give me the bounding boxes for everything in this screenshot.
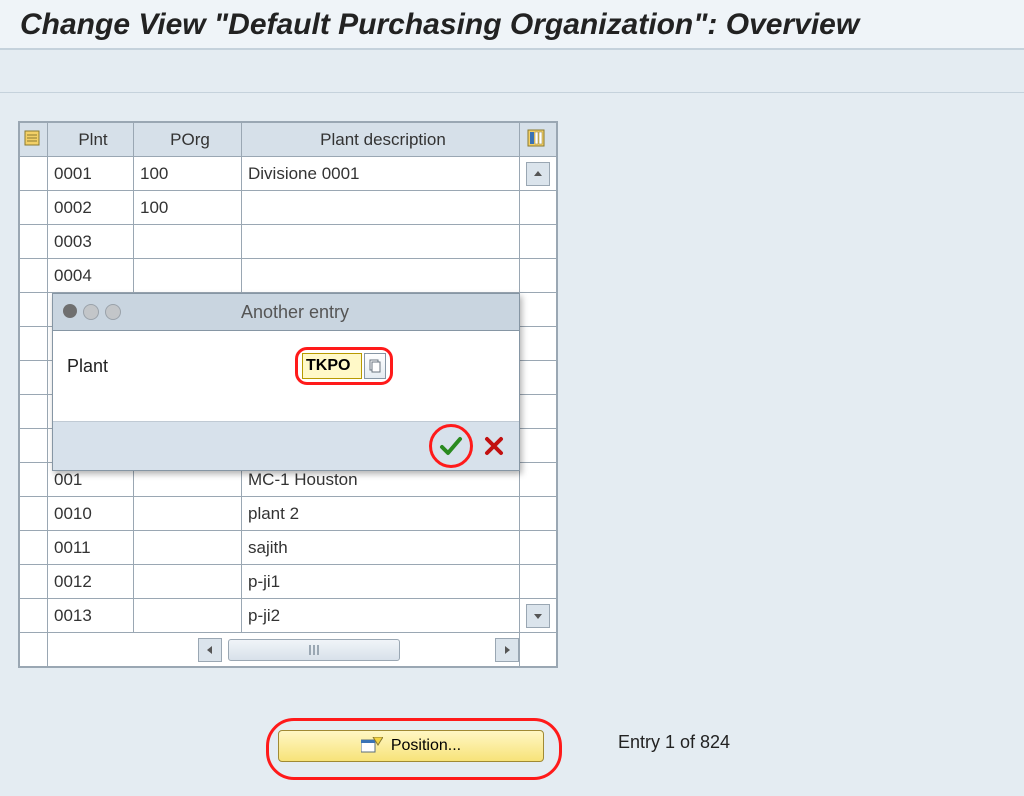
- cell-porg[interactable]: [134, 599, 242, 633]
- value-help-button[interactable]: [364, 353, 386, 379]
- table-row: 0011 sajith: [20, 531, 557, 565]
- cell-porg[interactable]: 100: [134, 157, 242, 191]
- row-selector[interactable]: [20, 463, 48, 497]
- vscroll-up-button[interactable]: [520, 157, 557, 191]
- vscroll-track: [520, 429, 557, 463]
- cell-porg[interactable]: 100: [134, 191, 242, 225]
- vscroll-track: [520, 497, 557, 531]
- window-zoom-icon[interactable]: [105, 304, 121, 320]
- select-all-icon: [23, 129, 45, 151]
- hscroll-corner-right: [520, 633, 557, 667]
- cell-desc[interactable]: p-ji1: [242, 565, 520, 599]
- column-header-settings[interactable]: [520, 123, 557, 157]
- hscroll-corner: [20, 633, 48, 667]
- row-selector[interactable]: [20, 191, 48, 225]
- highlight-ring: [295, 347, 393, 385]
- value-help-icon: [369, 359, 381, 373]
- vscroll-track: [520, 395, 557, 429]
- highlight-ring: [429, 424, 473, 468]
- vscroll-track: [520, 361, 557, 395]
- page-title: Change View "Default Purchasing Organiza…: [20, 8, 1004, 42]
- row-selector[interactable]: [20, 361, 48, 395]
- triangle-left-icon: [205, 645, 215, 655]
- cell-desc[interactable]: [242, 191, 520, 225]
- table-row: 0003: [20, 225, 557, 259]
- vscroll-track: [520, 191, 557, 225]
- row-selector[interactable]: [20, 259, 48, 293]
- cancel-icon: [483, 435, 505, 457]
- vscroll-track: [520, 327, 557, 361]
- column-header-select-all[interactable]: [20, 123, 48, 157]
- cell-porg[interactable]: [134, 565, 242, 599]
- cell-plnt[interactable]: 0002: [48, 191, 134, 225]
- triangle-right-icon: [502, 645, 512, 655]
- cell-plnt[interactable]: 0011: [48, 531, 134, 565]
- vscroll-down-button[interactable]: [520, 599, 557, 633]
- dialog-title: Another entry: [131, 302, 459, 323]
- vscroll-track: [520, 259, 557, 293]
- position-button[interactable]: Position...: [278, 730, 544, 762]
- row-selector[interactable]: [20, 293, 48, 327]
- cell-desc[interactable]: [242, 259, 520, 293]
- cell-desc[interactable]: [242, 225, 520, 259]
- table-row: 0001100Divisione 0001: [20, 157, 557, 191]
- triangle-down-icon: [533, 611, 543, 621]
- column-header-porg[interactable]: POrg: [134, 123, 242, 157]
- cell-plnt[interactable]: 0003: [48, 225, 134, 259]
- vscroll-track: [520, 225, 557, 259]
- cell-desc[interactable]: plant 2: [242, 497, 520, 531]
- hscroll-thumb[interactable]: [228, 639, 400, 661]
- cell-plnt[interactable]: 0010: [48, 497, 134, 531]
- title-bar: Change View "Default Purchasing Organiza…: [0, 0, 1024, 50]
- cell-porg[interactable]: [134, 497, 242, 531]
- column-header-plnt[interactable]: Plnt: [48, 123, 134, 157]
- hscroll-right-button[interactable]: [495, 638, 519, 662]
- hscroll-left-button[interactable]: [198, 638, 222, 662]
- checkmark-icon: [438, 433, 464, 459]
- row-selector[interactable]: [20, 599, 48, 633]
- application-toolbar: [0, 50, 1024, 93]
- dialog-titlebar[interactable]: Another entry: [53, 294, 519, 331]
- table-settings-icon: [527, 129, 549, 151]
- another-entry-dialog: Another entry Plant: [52, 293, 520, 471]
- window-minimize-icon[interactable]: [83, 304, 99, 320]
- vscroll-track: [520, 531, 557, 565]
- cell-plnt[interactable]: 0012: [48, 565, 134, 599]
- cell-plnt[interactable]: 0004: [48, 259, 134, 293]
- table-row: 0004: [20, 259, 557, 293]
- vscroll-track: [520, 293, 557, 327]
- row-selector[interactable]: [20, 565, 48, 599]
- row-selector[interactable]: [20, 225, 48, 259]
- plant-input[interactable]: [302, 353, 362, 379]
- vscroll-track: [520, 565, 557, 599]
- row-selector[interactable]: [20, 429, 48, 463]
- table-row: 0002100: [20, 191, 557, 225]
- dialog-cancel-button[interactable]: [483, 435, 505, 457]
- vscroll-track: [520, 463, 557, 497]
- cell-plnt[interactable]: 0013: [48, 599, 134, 633]
- row-selector[interactable]: [20, 327, 48, 361]
- position-button-label: Position...: [391, 737, 461, 755]
- cell-desc[interactable]: Divisione 0001: [242, 157, 520, 191]
- cell-desc[interactable]: p-ji2: [242, 599, 520, 633]
- plant-field-label: Plant: [67, 356, 287, 377]
- table-row: 0010 plant 2: [20, 497, 557, 531]
- row-selector[interactable]: [20, 497, 48, 531]
- cell-porg[interactable]: [134, 531, 242, 565]
- position-icon: [361, 737, 383, 755]
- row-selector[interactable]: [20, 531, 48, 565]
- cell-desc[interactable]: sajith: [242, 531, 520, 565]
- cell-plnt[interactable]: 0001: [48, 157, 134, 191]
- window-close-icon[interactable]: [63, 304, 77, 318]
- cell-porg[interactable]: [134, 259, 242, 293]
- triangle-up-icon: [533, 169, 543, 179]
- entry-counter: Entry 1 of 824: [618, 732, 730, 753]
- cell-porg[interactable]: [134, 225, 242, 259]
- row-selector[interactable]: [20, 395, 48, 429]
- table-row: 0012 p-ji1: [20, 565, 557, 599]
- row-selector[interactable]: [20, 157, 48, 191]
- dialog-ok-button[interactable]: [438, 433, 464, 459]
- column-header-desc[interactable]: Plant description: [242, 123, 520, 157]
- table-row: 0013 p-ji2: [20, 599, 557, 633]
